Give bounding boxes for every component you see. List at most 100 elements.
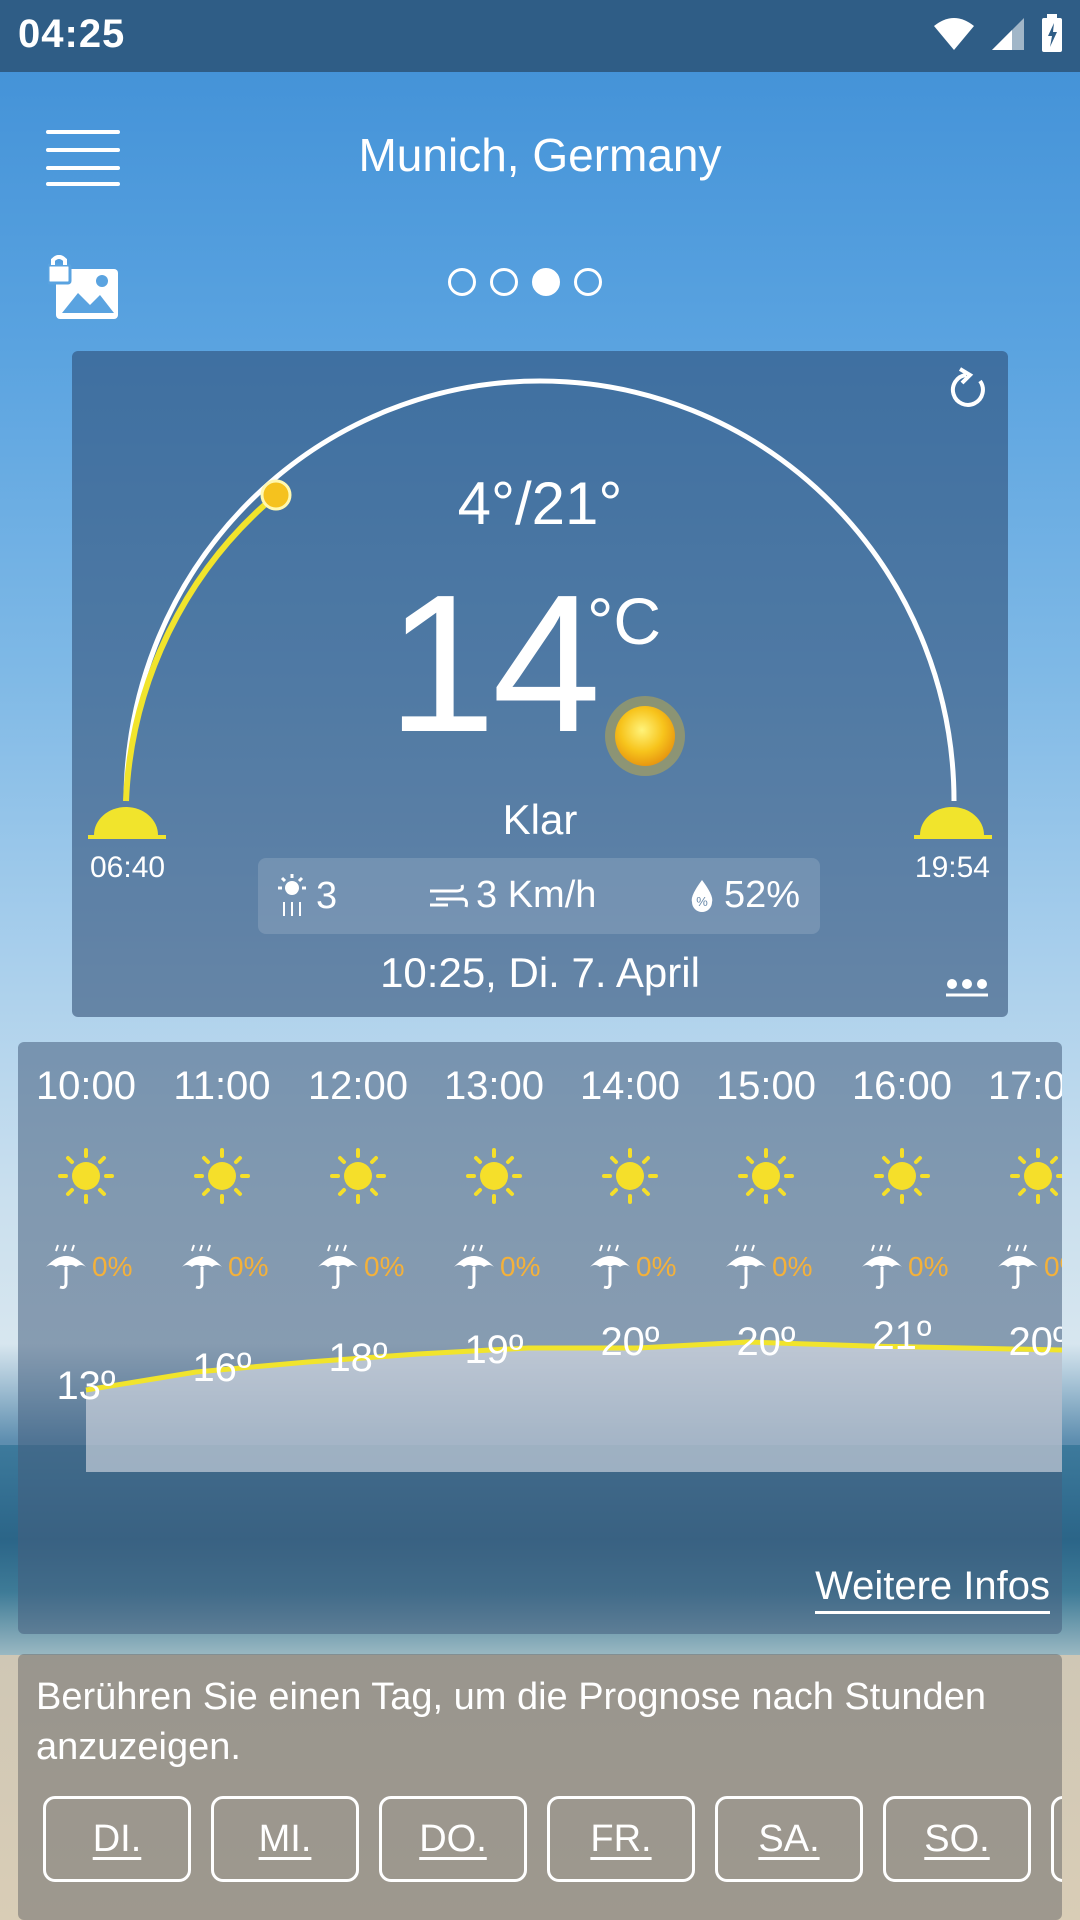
hour-column[interactable]: 14:00 0% 20º [562, 1064, 698, 1484]
hourly-forecast-card[interactable]: 10:00 0% 13º 11:00 0% 16º 12:00 0% 18º 1… [18, 1042, 1062, 1634]
hour-temp: 20º [736, 1320, 796, 1364]
battery-icon [1042, 14, 1062, 52]
umbrella-icon [46, 1244, 86, 1289]
umbrella-icon [454, 1244, 494, 1289]
day-button[interactable]: SO. [883, 1796, 1031, 1882]
day-label: DO. [419, 1818, 487, 1860]
hour-column[interactable]: 10:00 0% 13º [18, 1064, 154, 1484]
day-button[interactable]: DO. [379, 1796, 527, 1882]
sun-icon [602, 1148, 658, 1204]
status-bar: 04:25 [0, 0, 1080, 72]
rain-chance: 0% [180, 1242, 280, 1292]
lock-background-button[interactable] [46, 255, 120, 321]
page-dot[interactable] [490, 268, 518, 296]
location-title[interactable]: Munich, Germany [0, 128, 1080, 182]
hour-time: 15:00 [715, 1064, 817, 1108]
rain-percent: 0% [364, 1251, 405, 1282]
day-button[interactable]: MI. [211, 1796, 359, 1882]
hour-column[interactable]: 11:00 0% 16º [154, 1064, 290, 1484]
temperature-unit: °C [587, 584, 662, 658]
umbrella-icon [998, 1244, 1038, 1289]
day-label: SO. [924, 1818, 990, 1860]
day-button[interactable]: DI. [43, 1796, 191, 1882]
rain-percent: 0% [636, 1251, 677, 1282]
umbrella-icon [182, 1244, 222, 1289]
hour-column[interactable]: 16:00 0% 21º [834, 1064, 970, 1484]
hour-time: 14:00 [579, 1064, 681, 1108]
sunset-time: 19:54 [914, 851, 990, 884]
rain-percent: 0% [92, 1251, 133, 1282]
rain-chance: 0% [44, 1242, 144, 1292]
sun-icon [194, 1148, 250, 1204]
hour-temp: 21º [872, 1314, 932, 1358]
umbrella-icon [590, 1244, 630, 1289]
wind-speed: 3 Km/h [428, 874, 596, 917]
rain-percent: 0% [500, 1251, 541, 1282]
uv-icon [278, 874, 306, 916]
sun-icon [58, 1148, 114, 1204]
page-indicator [448, 268, 602, 296]
more-info-link[interactable]: Weitere Infos [815, 1564, 1050, 1614]
hour-column[interactable]: 15:00 0% 20º [698, 1064, 834, 1484]
hour-temp: 20º [600, 1320, 660, 1364]
rain-percent: 0% [228, 1251, 269, 1282]
rain-percent: 0% [1044, 1251, 1062, 1282]
humidity: % 52% [688, 874, 800, 917]
umbrella-icon [862, 1244, 902, 1289]
current-weather-card: 4°/21° 14 °C Klar 06:40 19:54 3 3 Km/h % [72, 351, 1008, 1017]
status-time: 04:25 [18, 12, 126, 56]
page-dot-active[interactable] [532, 268, 560, 296]
rain-chance: 0% [588, 1242, 688, 1292]
hour-time: 10:00 [35, 1064, 137, 1108]
day-button-partial[interactable] [1051, 1796, 1062, 1882]
daily-hint: Berühren Sie einen Tag, um die Prognose … [36, 1672, 1062, 1772]
hour-column[interactable]: 12:00 0% 18º [290, 1064, 426, 1484]
umbrella-icon [318, 1244, 358, 1289]
hi-lo-temp: 4°/21° [457, 470, 623, 537]
rain-chance: 0% [316, 1242, 416, 1292]
hour-time: 13:00 [443, 1064, 545, 1108]
weather-condition: Klar [502, 796, 578, 843]
hour-time: 17:00 [987, 1064, 1062, 1108]
daily-hint-line1: Berühren Sie einen Tag, um die Prognose … [36, 1676, 986, 1718]
rain-percent: 0% [772, 1251, 813, 1282]
more-options-icon[interactable] [944, 976, 990, 998]
wind-value: 3 Km/h [476, 874, 597, 916]
refresh-icon[interactable] [946, 367, 990, 411]
uv-index: 3 [276, 874, 337, 918]
update-datetime: 10:25, Di. 7. April [380, 949, 700, 996]
status-icons [932, 14, 1064, 54]
day-button[interactable]: FR. [547, 1796, 695, 1882]
uv-value: 3 [316, 874, 338, 917]
umbrella-icon [726, 1244, 766, 1289]
rain-chance: 0% [724, 1242, 824, 1292]
sun-icon [874, 1148, 930, 1204]
rain-chance: 0% [996, 1242, 1062, 1292]
humidity-icon: % [691, 879, 713, 912]
clear-sun-icon [605, 696, 685, 776]
hour-column[interactable]: 17:00 0% 20º [970, 1064, 1062, 1484]
hour-temp: 16º [192, 1346, 252, 1390]
signal-icon [992, 18, 1024, 50]
day-label: FR. [590, 1818, 652, 1860]
current-temperature: 14 [387, 554, 601, 773]
hour-time: 16:00 [851, 1064, 953, 1108]
hour-time: 12:00 [307, 1064, 409, 1108]
sun-icon [466, 1148, 522, 1204]
daily-forecast-card: Berühren Sie einen Tag, um die Prognose … [18, 1654, 1062, 1920]
sun-icon [330, 1148, 386, 1204]
page-dot[interactable] [574, 268, 602, 296]
hour-temp: 18º [328, 1336, 388, 1380]
daily-hint-line2: anzuzeigen. [36, 1726, 241, 1768]
sun-icon [1010, 1148, 1062, 1204]
page-dot[interactable] [448, 268, 476, 296]
day-label: DI. [92, 1818, 142, 1860]
day-button[interactable]: SA. [715, 1796, 863, 1882]
humidity-value: 52% [724, 874, 801, 916]
hour-column[interactable]: 13:00 0% 19º [426, 1064, 562, 1484]
hour-temp: 13º [56, 1364, 116, 1408]
sun-icon [738, 1148, 794, 1204]
day-label: SA. [758, 1818, 820, 1860]
wind-icon [430, 884, 468, 907]
hour-temp: 19º [464, 1328, 524, 1372]
